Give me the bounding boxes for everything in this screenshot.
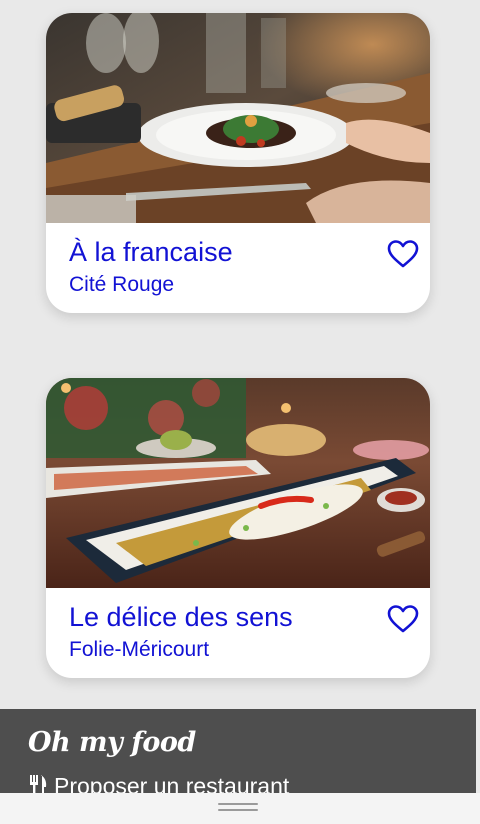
heart-outline-icon[interactable]: [386, 239, 420, 269]
site-footer: Oh my food Proposer un restaurant: [0, 709, 476, 799]
restaurant-location: Folie-Méricourt: [69, 638, 210, 661]
restaurant-photo: [46, 378, 430, 588]
heart-outline-icon[interactable]: [386, 604, 420, 634]
restaurant-card[interactable]: Le délice des sens Folie-Méricourt: [46, 378, 430, 678]
restaurant-card[interactable]: À la francaise Cité Rouge: [46, 13, 430, 313]
restaurant-name: À la francaise: [69, 237, 233, 267]
bottom-bar: [0, 793, 480, 824]
restaurant-location: Cité Rouge: [69, 273, 175, 296]
footer-brand: Oh my food: [28, 727, 196, 758]
drag-handle-icon[interactable]: [218, 803, 258, 813]
restaurant-name: Le délice des sens: [69, 602, 293, 632]
restaurant-photo: [46, 13, 430, 223]
